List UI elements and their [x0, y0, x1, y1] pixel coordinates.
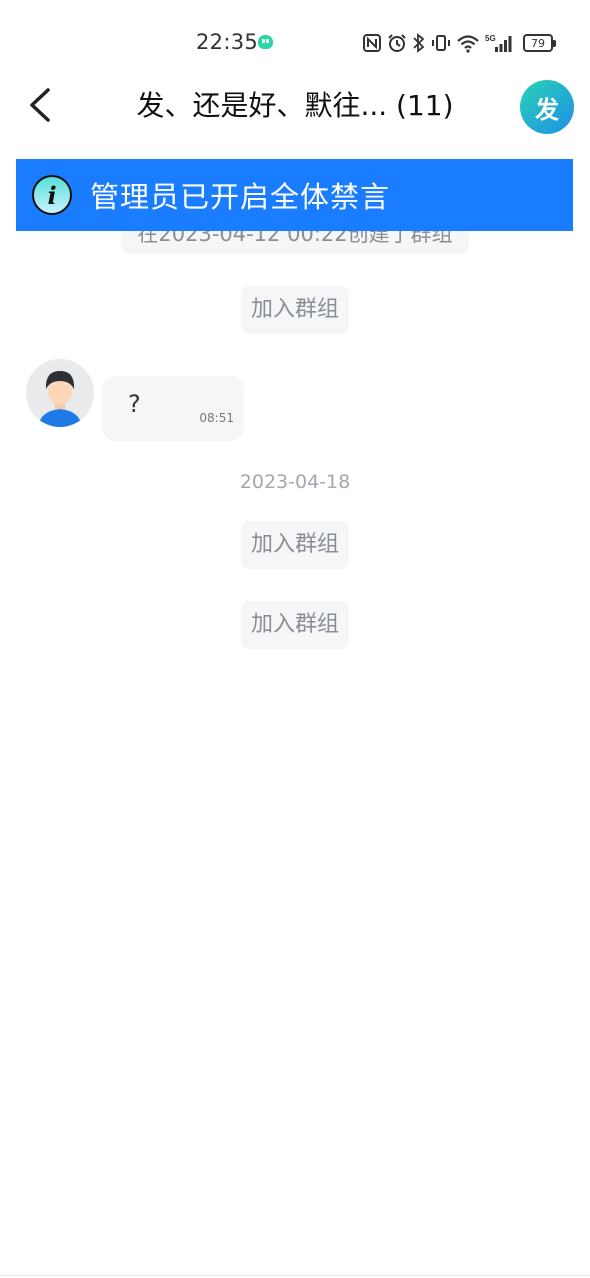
- battery-icon: 79: [523, 34, 556, 52]
- avatar[interactable]: [26, 359, 94, 427]
- info-icon: i: [32, 175, 72, 215]
- message-text: ?: [128, 390, 141, 418]
- user-avatar-icon: [26, 359, 94, 427]
- date-separator: 2023-04-18: [239, 471, 351, 493]
- mute-all-text: 管理员已开启全体禁言: [90, 180, 391, 214]
- message-bubble[interactable]: ? 08:51: [102, 376, 244, 441]
- network-type-label: 5G: [485, 34, 496, 43]
- message-time: 08:51: [199, 411, 234, 425]
- chevron-left-icon: [30, 88, 50, 122]
- battery-level: 79: [531, 36, 545, 50]
- group-title: 发、还是好、默往... (11): [136, 89, 454, 122]
- publish-button[interactable]: 发: [520, 80, 574, 134]
- wifi-icon: [457, 35, 479, 53]
- chat-screen: 22:35 5G 79 发、还是好、默往... (11) 发 i 管理员已开启全…: [0, 0, 590, 1278]
- back-button[interactable]: [20, 82, 64, 126]
- status-time: 22:35: [196, 30, 259, 54]
- join-group-notice: 加入群组: [241, 521, 349, 569]
- nfc-icon: [363, 34, 381, 52]
- vibrate-icon: [432, 35, 450, 51]
- mute-all-banner: i 管理员已开启全体禁言: [16, 159, 573, 231]
- status-icons: 5G 79: [362, 32, 556, 54]
- bottom-divider: [0, 1275, 590, 1276]
- join-group-notice: 加入群组: [241, 601, 349, 649]
- app-notification-icon: [258, 35, 273, 49]
- signal-icon: 5G: [485, 34, 512, 52]
- bluetooth-icon: [413, 33, 425, 53]
- join-group-notice: 加入群组: [241, 286, 349, 334]
- chat-header: 发、还是好、默往... (11) 发: [0, 72, 590, 136]
- status-bar: 22:35 5G 79: [0, 0, 590, 80]
- alarm-icon: [388, 34, 406, 52]
